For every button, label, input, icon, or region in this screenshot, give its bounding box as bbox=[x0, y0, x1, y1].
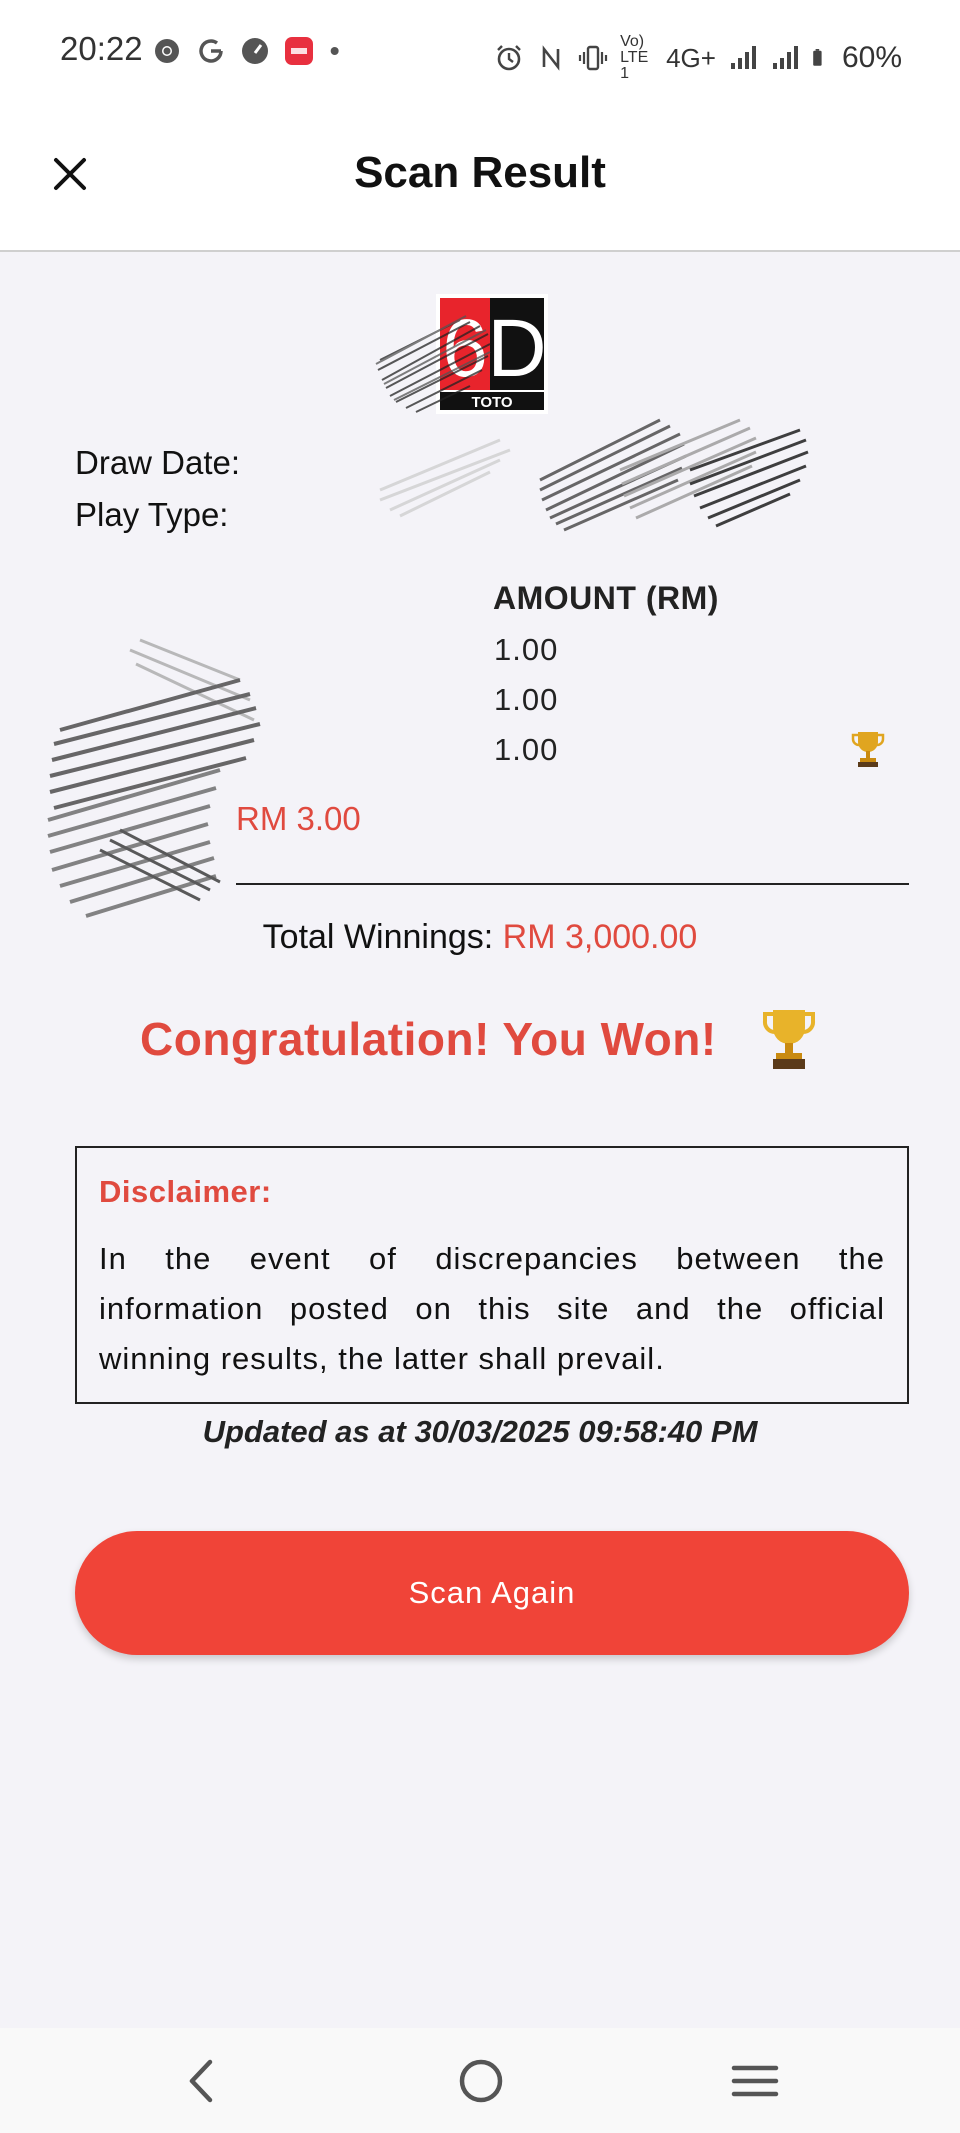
volte-label: Vo) LTE1 bbox=[620, 33, 649, 82]
trophy-icon bbox=[851, 732, 885, 767]
amount-cell: 1.00 bbox=[494, 682, 559, 717]
vibrate-icon bbox=[578, 45, 608, 71]
updated-timestamp: Updated as at 30/03/2025 09:58:40 PM bbox=[202, 1414, 758, 1449]
signal-icon bbox=[730, 46, 756, 69]
disclaimer-title: Disclaimer: bbox=[99, 1174, 272, 1209]
divider bbox=[236, 883, 909, 885]
notification-icons bbox=[152, 36, 348, 66]
page-title: Scan Result bbox=[354, 148, 606, 197]
trophy-icon bbox=[762, 1010, 816, 1069]
back-icon[interactable] bbox=[178, 2056, 228, 2106]
total-winnings-value: RM 3,000.00 bbox=[502, 918, 698, 956]
amount-cell: 1.00 bbox=[494, 632, 559, 667]
app-badge-icon bbox=[285, 37, 313, 65]
total-bet-value: RM 3.00 bbox=[236, 800, 361, 837]
signal-icon bbox=[772, 46, 798, 69]
battery-label: 60% bbox=[841, 41, 902, 74]
6d-toto-logo: 6 D TOTO bbox=[436, 294, 548, 414]
congratulation-message: Congratulation! You Won! bbox=[140, 1013, 717, 1065]
redaction-scribble bbox=[379, 418, 809, 532]
total-winnings: Total Winnings: RM 3,000.00 bbox=[0, 918, 960, 957]
disclaimer-text: In the event of discrepancies between th… bbox=[99, 1241, 885, 1376]
draw-date-label: Draw Date: bbox=[75, 444, 241, 481]
recents-menu-icon[interactable] bbox=[730, 2056, 780, 2106]
logo-d: D bbox=[487, 303, 546, 394]
chrome-icon bbox=[155, 39, 179, 63]
amount-cell: 1.00 bbox=[494, 732, 559, 767]
logo-toto: TOTO bbox=[471, 394, 512, 411]
battery-icon bbox=[813, 49, 822, 66]
system-nav-bar bbox=[0, 2028, 960, 2133]
speedometer-icon bbox=[242, 38, 268, 64]
status-time: 20:22 bbox=[60, 30, 143, 67]
logo-six: 6 bbox=[442, 303, 488, 394]
status-bar: 20:22 Vo) LTE1 4G+ 60% bbox=[0, 0, 960, 104]
system-status: Vo) LTE1 4G+ 60% bbox=[494, 34, 902, 82]
app-header: Scan Result bbox=[0, 104, 960, 252]
dot-icon bbox=[330, 47, 339, 55]
google-icon bbox=[199, 39, 223, 63]
home-icon[interactable] bbox=[456, 2056, 506, 2106]
play-type-label: Play Type: bbox=[75, 496, 229, 533]
scan-again-button[interactable]: Scan Again bbox=[75, 1531, 909, 1655]
total-winnings-label: Total Winnings: bbox=[262, 918, 494, 956]
disclaimer-box: Disclaimer: In the event of discrepancie… bbox=[75, 1146, 909, 1404]
alarm-icon bbox=[497, 45, 521, 71]
nfc-icon bbox=[542, 45, 560, 71]
amount-column-header: AMOUNT (RM) bbox=[493, 580, 719, 616]
network-label: 4G+ bbox=[666, 42, 716, 73]
